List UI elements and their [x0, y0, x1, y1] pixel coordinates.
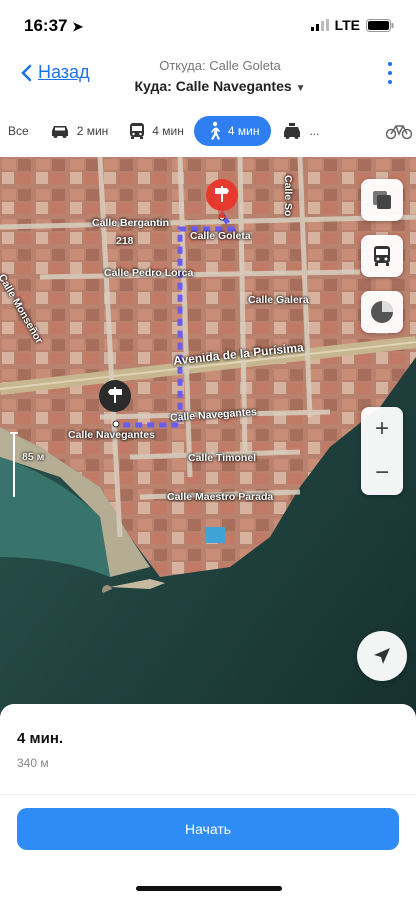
clock-text: 16:37 [24, 16, 68, 35]
taxi-icon [284, 122, 301, 139]
mode-tab-bus[interactable]: 4 мин [118, 116, 194, 146]
route-to-label: Куда: Calle Navegantes [134, 78, 292, 94]
back-button[interactable]: Назад [20, 62, 90, 83]
battery-icon [366, 18, 394, 32]
back-label: Назад [38, 62, 90, 82]
mode-tab-walk[interactable]: 4 мин [193, 116, 272, 146]
transport-mode-tabs: Все 2 мин 4 мин 4 мин ... [0, 108, 416, 154]
navigation-arrow-icon [374, 648, 390, 664]
route-from: Откуда: Calle Goleta [159, 58, 281, 73]
my-location-button[interactable] [357, 631, 407, 681]
mode-car-label: 2 мин [76, 124, 109, 138]
route-distance: 340 м [17, 756, 49, 770]
walk-icon [210, 121, 220, 140]
map-label-navegantes-pin: Calle Navegantes [68, 429, 155, 441]
mode-all-label: Все [8, 124, 29, 138]
dropdown-arrow-icon: ▼ [295, 83, 306, 94]
map-label-galera: Calle Galera [248, 294, 309, 306]
route-summary-sheet: 4 мин. 340 м Начать [0, 704, 416, 900]
status-indicators: LTE [310, 17, 394, 33]
map-label-pedro-lorca: Calle Pedro Lorca [104, 267, 194, 279]
more-menu-button[interactable] [386, 62, 394, 84]
zoom-controls: + − [361, 407, 403, 495]
map-label-timonel: Calle Timonel [188, 452, 257, 464]
bicycle-icon [386, 125, 412, 140]
mode-tab-taxi[interactable]: ... [271, 116, 329, 146]
mode-tab-bicycle[interactable] [376, 116, 416, 146]
map-label-bergantin: Calle Bergantin [92, 217, 170, 229]
mode-tab-car[interactable]: 2 мин [39, 116, 119, 146]
speedometer-icon [371, 301, 393, 323]
car-icon [51, 126, 68, 138]
divider [0, 794, 416, 795]
scale-label: 85 м [22, 451, 45, 463]
zoom-in-button[interactable]: + [375, 407, 389, 451]
transit-layer-button[interactable] [361, 235, 403, 277]
route-to: Куда: Calle Navegantes ▼ [110, 78, 330, 94]
bus-icon [130, 123, 145, 139]
origin-pin-icon[interactable] [98, 379, 132, 421]
location-arrow-icon: ➤ [72, 19, 84, 34]
signal-icon [310, 19, 329, 31]
mode-bus-label: 4 мин [152, 124, 184, 138]
map-layers-button[interactable] [361, 179, 403, 221]
network-label: LTE [334, 17, 360, 33]
map-label-218: 218 [116, 235, 134, 247]
map-label-calle-so: Calle So [282, 175, 294, 217]
zoom-out-button[interactable]: − [375, 451, 389, 495]
start-button[interactable]: Начать [17, 808, 399, 850]
bus-icon [374, 246, 390, 266]
route-title[interactable]: Откуда: Calle Goleta Куда: Calle Navegan… [110, 58, 330, 94]
destination-pin-icon[interactable] [205, 178, 239, 220]
route-duration: 4 мин. [17, 730, 64, 747]
home-indicator[interactable] [136, 886, 282, 891]
status-bar: 16:37 ➤ LTE [0, 0, 416, 48]
route-header: Назад Откуда: Calle Goleta Куда: Calle N… [0, 48, 416, 106]
map-label-goleta: Calle Goleta [190, 230, 251, 242]
mode-taxi-label: ... [309, 124, 320, 138]
mode-walk-label: 4 мин [227, 124, 260, 138]
clock: 16:37 ➤ [24, 16, 83, 36]
traffic-layer-button[interactable] [361, 291, 403, 333]
layers-icon [373, 191, 391, 209]
chevron-left-icon [21, 64, 32, 81]
map-label-maestro-parada: Calle Maestro Parada [167, 491, 274, 503]
mode-tab-all[interactable]: Все [0, 116, 39, 146]
map-view[interactable]: Calle Bergantin 218 Calle Goleta Calle P… [0, 157, 416, 717]
